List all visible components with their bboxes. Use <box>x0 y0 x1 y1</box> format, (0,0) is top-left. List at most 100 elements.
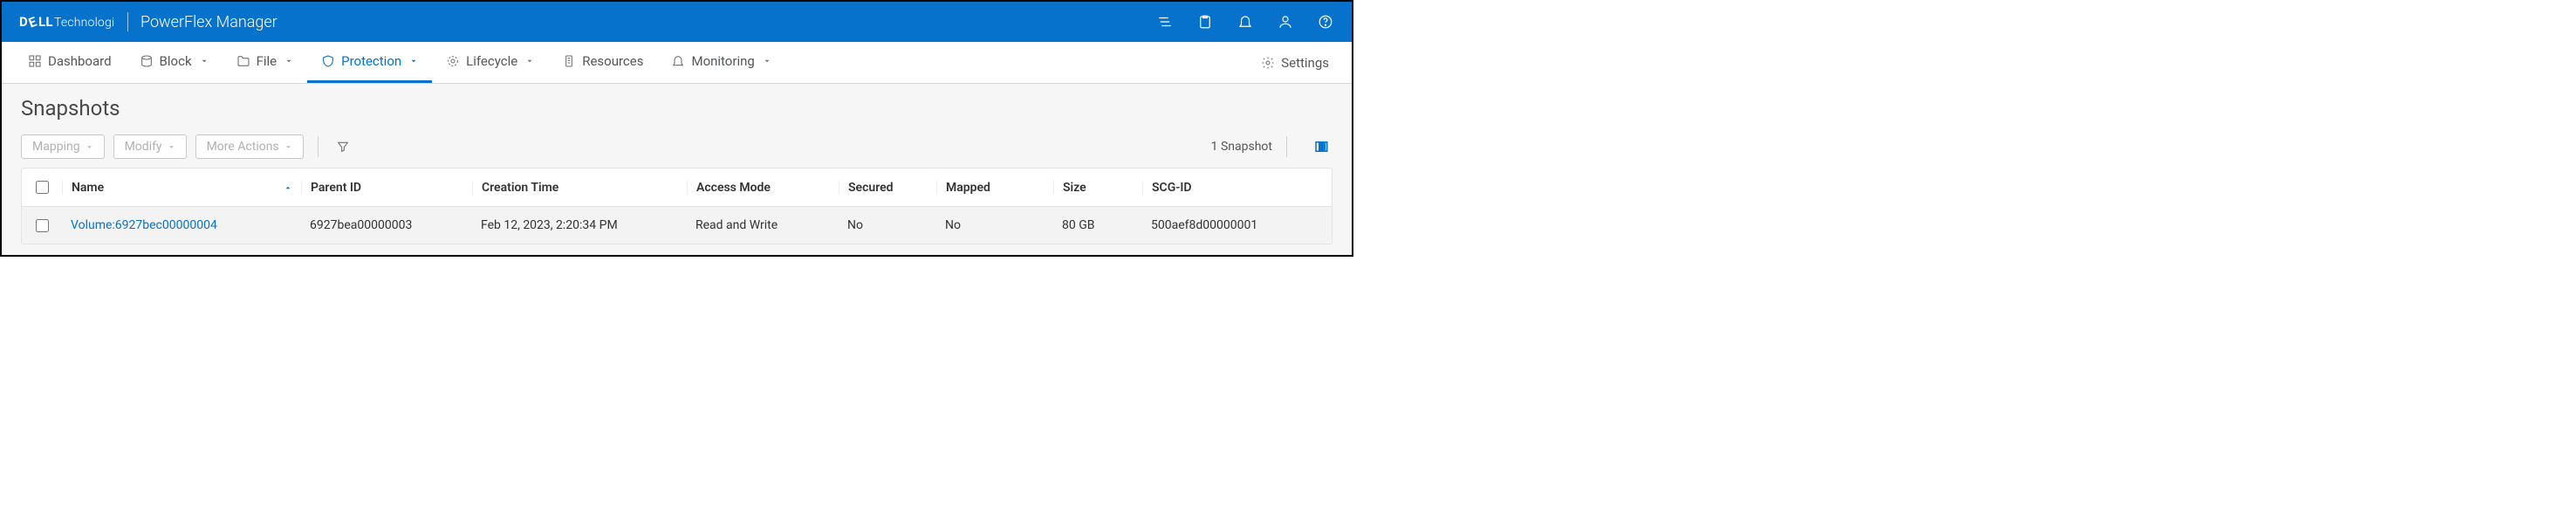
cell-text: Read and Write <box>695 218 778 232</box>
nav-settings[interactable]: Settings <box>1250 42 1339 83</box>
button-label: Mapping <box>32 140 80 154</box>
cell-text: Feb 12, 2023, 2:20:34 PM <box>481 218 618 232</box>
column-header-scg[interactable]: SCG-ID <box>1142 181 1332 195</box>
snapshot-count: 1 Snapshot <box>1211 140 1272 154</box>
chevron-down-icon <box>409 57 418 65</box>
nav-label: Resources <box>582 53 643 69</box>
nav-monitoring[interactable]: Monitoring <box>657 42 784 83</box>
chevron-down-icon <box>200 57 209 65</box>
column-label: Parent ID <box>311 181 361 195</box>
column-header-size[interactable]: Size <box>1053 181 1142 195</box>
snapshots-table: Name Parent ID Creation Time Access Mode… <box>21 168 1333 244</box>
table-row[interactable]: Volume:6927bec00000004 6927bea00000003 F… <box>22 207 1332 244</box>
dashboard-icon <box>28 54 42 68</box>
more-actions-button[interactable]: More Actions <box>195 134 304 159</box>
cell-text: No <box>847 218 863 232</box>
svg-text:LL: LL <box>38 14 53 30</box>
nav-protection[interactable]: Protection <box>307 42 432 83</box>
column-label: SCG-ID <box>1152 181 1192 195</box>
button-label: Modify <box>125 140 162 154</box>
chevron-down-icon <box>284 57 293 65</box>
cell-text: 6927bea00000003 <box>310 218 412 232</box>
chevron-down-icon <box>525 57 534 65</box>
row-checkbox[interactable] <box>36 219 49 232</box>
column-header-mapped[interactable]: Mapped <box>936 181 1053 195</box>
toolbar-separator <box>1286 136 1287 157</box>
chevron-down-icon <box>168 143 175 151</box>
brand: D E LL Technologies PowerFlex Manager <box>19 12 277 31</box>
user-icon[interactable] <box>1277 13 1294 31</box>
column-label: Name <box>72 181 104 195</box>
column-header-name[interactable]: Name <box>62 181 301 195</box>
help-icon[interactable] <box>1317 13 1334 31</box>
column-label: Secured <box>848 181 894 195</box>
column-header-access[interactable]: Access Mode <box>687 181 839 195</box>
table-header: Name Parent ID Creation Time Access Mode… <box>22 169 1332 207</box>
mapping-button[interactable]: Mapping <box>21 134 105 159</box>
sort-asc-icon <box>284 183 292 192</box>
column-header-parent[interactable]: Parent ID <box>301 181 472 195</box>
nav-file[interactable]: File <box>223 42 308 83</box>
cell-access: Read and Write <box>687 218 839 232</box>
page-title: Snapshots <box>21 96 1333 120</box>
block-icon <box>140 54 154 68</box>
select-all-checkbox[interactable] <box>36 181 49 194</box>
content: Snapshots Mapping Modify More Actions 1 … <box>2 84 1352 255</box>
svg-text:Technologies: Technologies <box>54 16 115 30</box>
nav-lifecycle[interactable]: Lifecycle <box>432 42 548 83</box>
nav-label: File <box>257 53 277 69</box>
column-label: Size <box>1063 181 1086 195</box>
button-label: More Actions <box>207 140 279 154</box>
gear-icon <box>1261 56 1275 70</box>
folder-icon <box>236 54 250 68</box>
topbar: D E LL Technologies PowerFlex Manager <box>2 2 1352 42</box>
column-header-ctime[interactable]: Creation Time <box>472 181 687 195</box>
cell-secured: No <box>839 218 936 232</box>
column-label: Access Mode <box>696 181 771 195</box>
toolbar-separator <box>318 136 319 157</box>
brand-divider <box>127 12 128 31</box>
nav-label: Dashboard <box>48 53 112 69</box>
cell-mapped: No <box>936 218 1053 232</box>
navbar: Dashboard Block File Protection Lifecycl… <box>2 42 1352 84</box>
funnel-icon <box>336 140 350 154</box>
modify-button[interactable]: Modify <box>113 134 187 159</box>
resources-icon <box>562 54 576 68</box>
dell-logo-svg: D E LL Technologies <box>19 13 115 31</box>
nav-label: Lifecycle <box>466 53 517 69</box>
tasks-icon[interactable] <box>1196 13 1214 31</box>
nav-dashboard[interactable]: Dashboard <box>14 42 126 83</box>
bell-icon[interactable] <box>1237 13 1254 31</box>
chevron-down-icon <box>763 57 771 65</box>
shield-icon <box>321 54 335 68</box>
column-header-secured[interactable]: Secured <box>839 181 936 195</box>
cell-name: Volume:6927bec00000004 <box>62 218 301 232</box>
cell-text: 80 GB <box>1062 218 1094 232</box>
select-all-cell[interactable] <box>22 181 62 194</box>
brand-logo: D E LL Technologies <box>19 13 115 31</box>
snapshot-name-link[interactable]: Volume:6927bec00000004 <box>71 218 217 232</box>
chevron-down-icon <box>284 143 292 151</box>
row-select-cell[interactable] <box>22 219 62 232</box>
topbar-icons <box>1156 13 1334 31</box>
cell-text: 500aef8d00000001 <box>1151 218 1257 232</box>
column-label: Creation Time <box>482 181 558 195</box>
brand-app-name: PowerFlex Manager <box>140 13 277 31</box>
cell-scg: 500aef8d00000001 <box>1142 218 1332 232</box>
cell-text: No <box>945 218 961 232</box>
toolbar: Mapping Modify More Actions 1 Snapshot <box>21 134 1333 159</box>
filter-button[interactable] <box>332 137 353 156</box>
bell-icon <box>671 54 685 68</box>
nav-resources[interactable]: Resources <box>548 42 657 83</box>
lifecycle-icon <box>446 54 460 68</box>
nav-label: Settings <box>1281 55 1329 71</box>
cell-size: 80 GB <box>1053 218 1142 232</box>
column-label: Mapped <box>946 181 990 195</box>
column-picker-button[interactable] <box>1310 136 1333 157</box>
jobs-icon[interactable] <box>1156 13 1174 31</box>
nav-block[interactable]: Block <box>126 42 223 83</box>
nav-label: Block <box>160 53 192 69</box>
nav-label: Monitoring <box>691 53 754 69</box>
cell-parent: 6927bea00000003 <box>301 218 472 232</box>
chevron-down-icon <box>86 143 93 151</box>
